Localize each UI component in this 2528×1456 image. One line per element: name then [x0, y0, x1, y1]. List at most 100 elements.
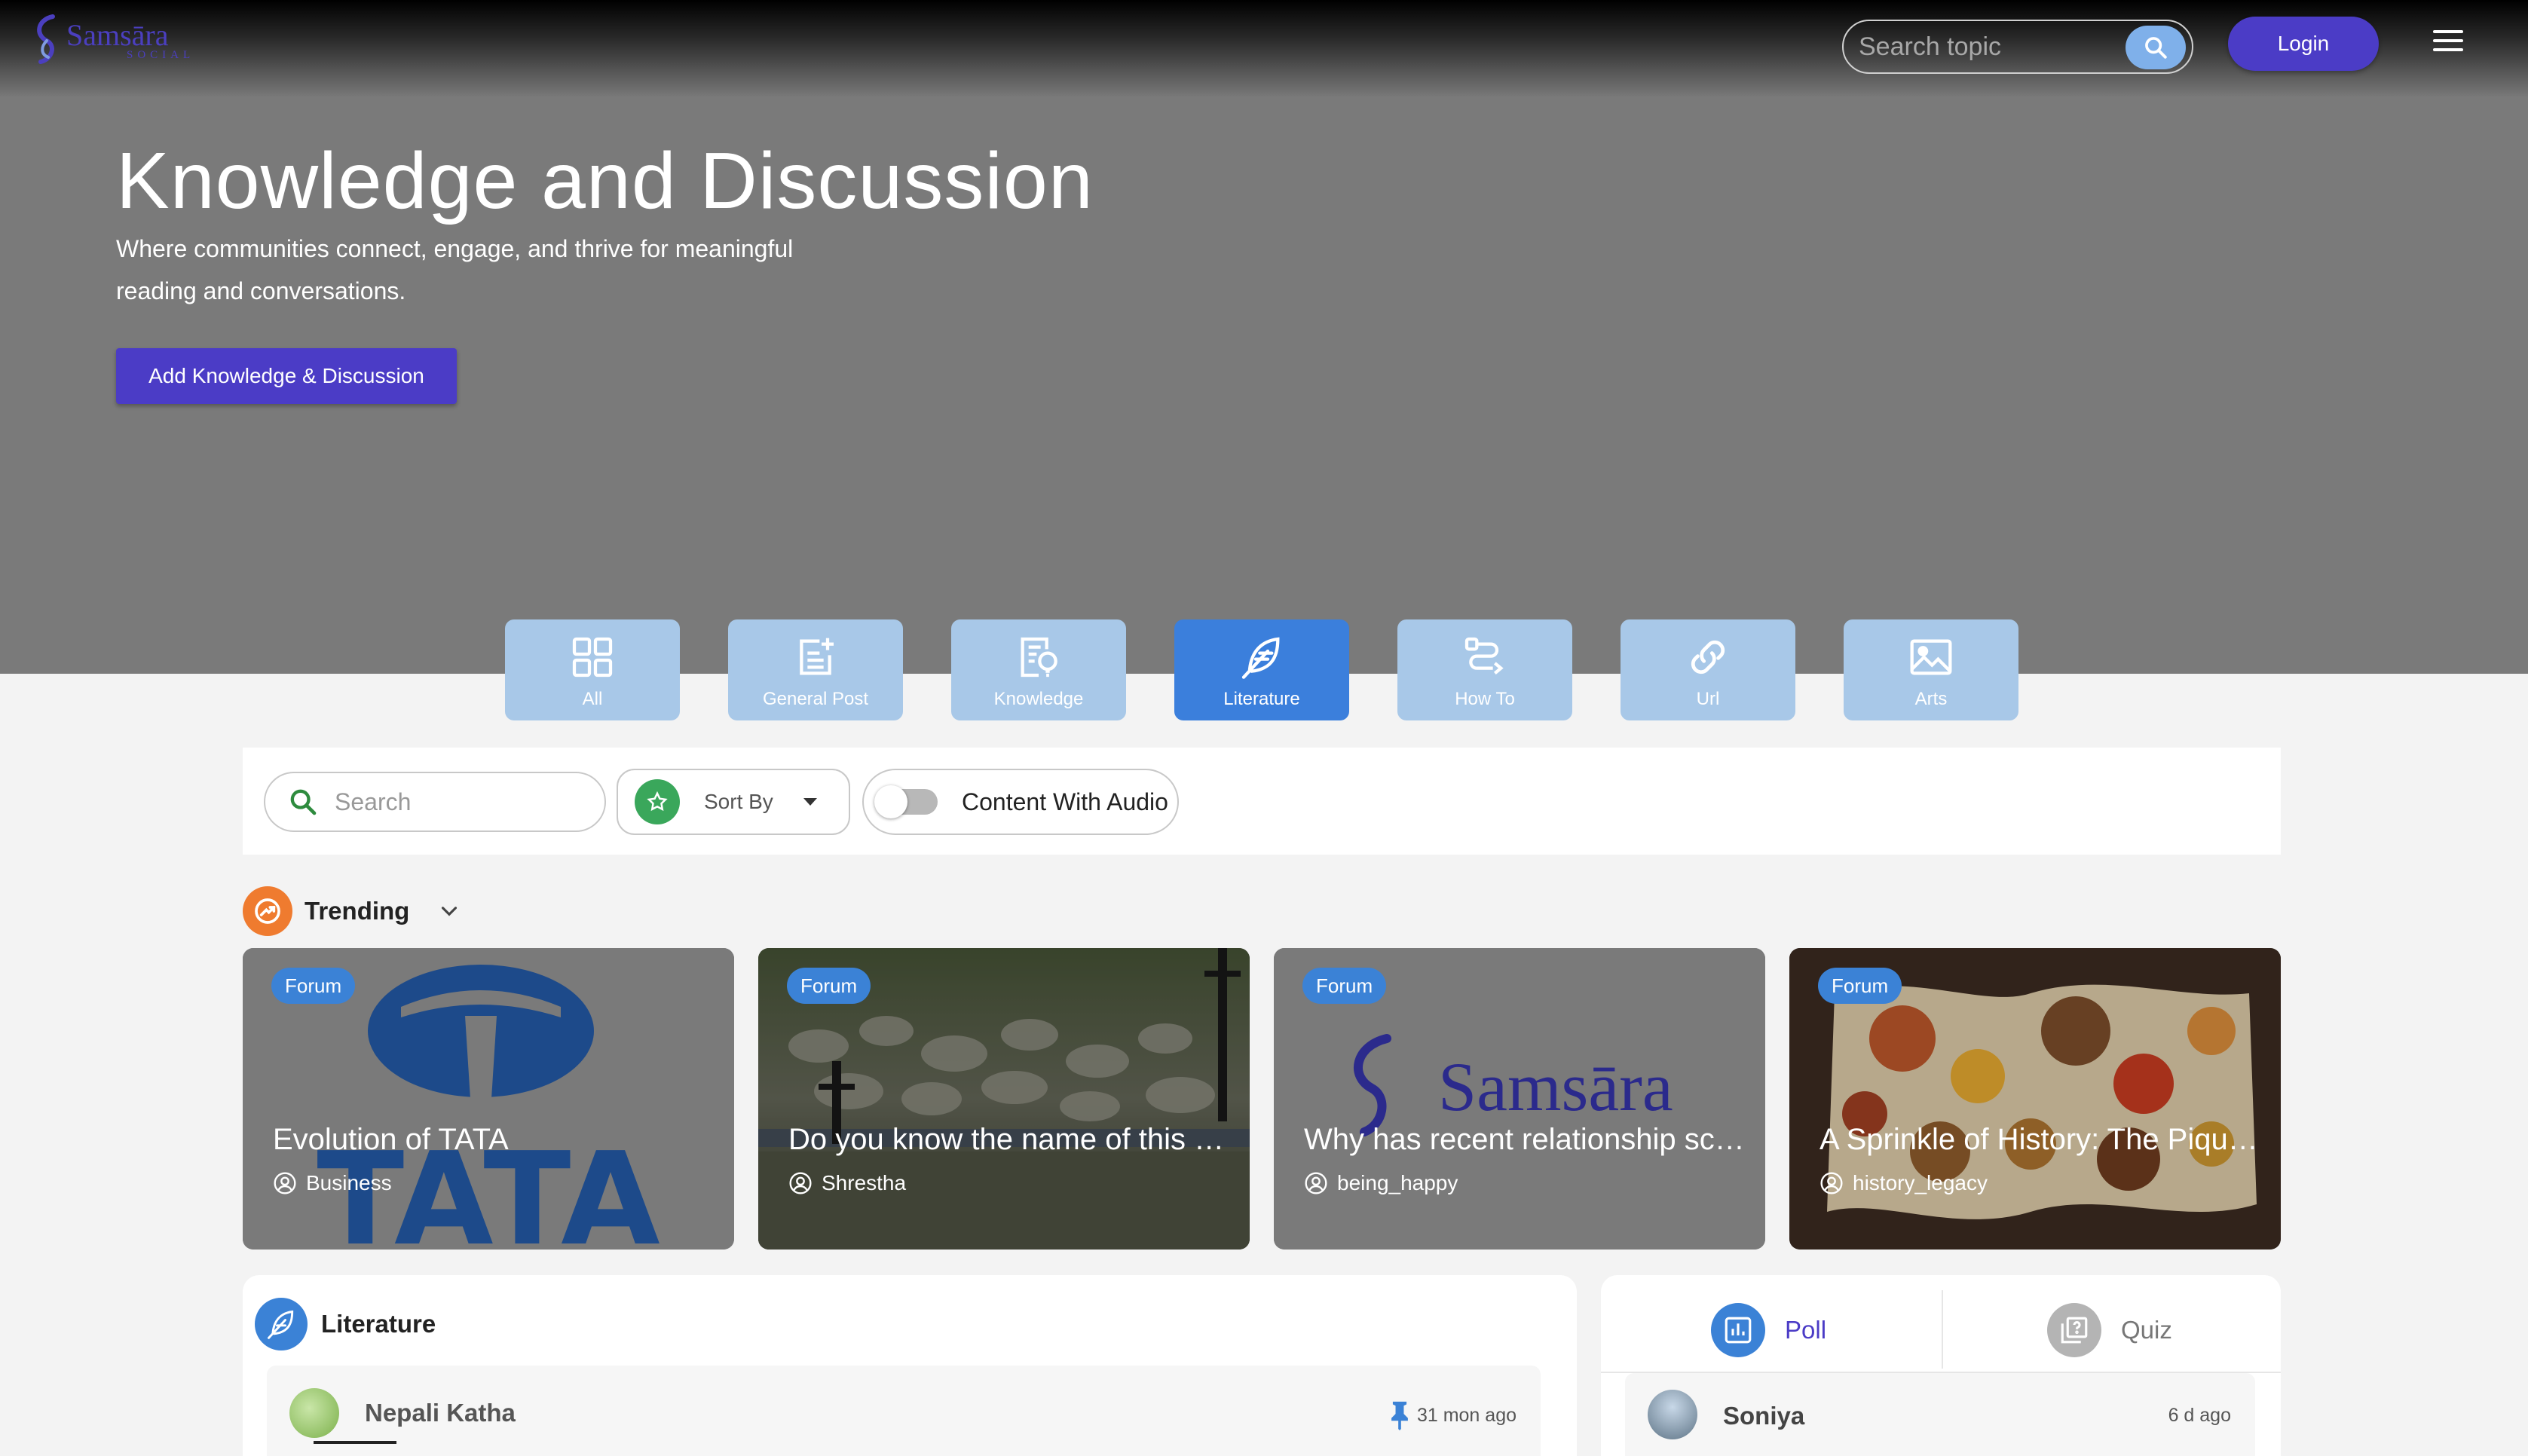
topic-search-input[interactable]	[1859, 29, 2122, 65]
samsara-logo-icon	[37, 14, 55, 64]
literature-header: Literature	[255, 1298, 436, 1350]
post-content-preview	[314, 1441, 396, 1456]
post-meta: 31 mon ago	[1388, 1400, 1516, 1430]
tab-label: Arts	[1914, 689, 1948, 709]
tab-label: Literature	[1223, 689, 1300, 709]
card-badge: Forum	[1302, 968, 1387, 1004]
chevron-down-icon	[442, 907, 458, 916]
tab-knowledge[interactable]: Knowledge	[951, 619, 1126, 720]
hamburger-menu-icon[interactable]	[2433, 30, 2463, 57]
star-icon	[635, 779, 680, 824]
audio-toggle-label: Content With Audio	[962, 788, 1168, 815]
user-icon	[1305, 1172, 1327, 1194]
avatar[interactable]	[289, 1388, 339, 1438]
tab-label: All	[582, 689, 603, 709]
poll-chart-icon	[1711, 1303, 1765, 1357]
search-icon	[2145, 37, 2167, 59]
literature-title: Literature	[321, 1310, 436, 1338]
svg-text:Samsāra: Samsāra	[1438, 1048, 1673, 1125]
tab-quiz[interactable]: Quiz	[2047, 1296, 2172, 1364]
page-subtitle: Where communities connect, engage, and t…	[116, 235, 794, 304]
card-author-name: history_legacy	[1853, 1171, 1988, 1194]
card-author: being_happy	[1304, 1171, 1458, 1195]
trending-card[interactable]: Samsāra Forum Why has recent relationshi…	[1274, 948, 1765, 1250]
edit-document-icon	[800, 638, 834, 675]
poll-post[interactable]: Soniya 6 d ago	[1625, 1373, 2255, 1456]
page-title: Knowledge and Discussion	[116, 136, 1094, 225]
tab-label: Knowledge	[993, 689, 1084, 709]
poll-quiz-panel: Poll Quiz Soniya 6 d ago	[1601, 1275, 2281, 1456]
post-author[interactable]: Soniya	[1723, 1402, 1804, 1430]
category-tabs: All General Post Knowledge Literature Ho…	[505, 619, 2018, 720]
card-title: Evolution of TATA	[273, 1123, 509, 1156]
card-author: Business	[273, 1171, 392, 1195]
content-search	[264, 772, 606, 832]
feather-icon	[255, 1298, 308, 1350]
search-icon	[290, 789, 317, 815]
content-search-input[interactable]	[335, 788, 591, 816]
user-icon	[1820, 1172, 1843, 1194]
tab-url[interactable]: Url	[1621, 619, 1795, 720]
card-title: A Sprinkle of History: The Piqu…	[1819, 1123, 2258, 1156]
filter-bar: Sort By Content With Audio	[243, 748, 2281, 855]
card-author-name: Shrestha	[822, 1171, 907, 1194]
add-knowledge-button[interactable]: Add Knowledge & Discussion	[116, 348, 457, 404]
grid-icon	[572, 637, 613, 678]
topic-search-button[interactable]	[2126, 26, 2186, 69]
logo[interactable]: Samsāra SOCIAL	[30, 11, 194, 71]
post-author[interactable]: Nepali Katha	[365, 1399, 516, 1427]
trending-card[interactable]: Forum A Sprinkle of History: The Piqu… h…	[1789, 948, 2281, 1250]
audio-toggle[interactable]	[874, 785, 938, 818]
logo-text: Samsāra	[66, 17, 169, 52]
caret-down-icon	[803, 798, 817, 806]
quiz-tab-label: Quiz	[2121, 1316, 2172, 1344]
tab-all[interactable]: All	[505, 619, 680, 720]
card-title: Do you know the name of this …	[788, 1123, 1225, 1156]
sort-label: Sort By	[704, 790, 773, 813]
login-button[interactable]: Login	[2228, 17, 2379, 71]
pin-icon	[1391, 1401, 1408, 1430]
card-author: history_legacy	[1819, 1171, 1988, 1195]
tab-literature[interactable]: Literature	[1174, 619, 1349, 720]
literature-panel: Literature Nepali Katha 31 mon ago	[243, 1275, 1577, 1456]
user-icon	[274, 1172, 296, 1194]
poll-tab-label: Poll	[1785, 1316, 1827, 1344]
link-icon	[1691, 640, 1725, 674]
trending-cards: TATA Forum Evolution of TATA Business Fo…	[243, 948, 2281, 1250]
sort-dropdown[interactable]: Sort By	[617, 769, 850, 835]
card-author-name: being_happy	[1337, 1171, 1458, 1194]
topic-search	[1842, 20, 2193, 74]
card-badge: Forum	[787, 968, 871, 1004]
avatar[interactable]	[1648, 1390, 1697, 1439]
trending-header[interactable]: Trending	[243, 886, 462, 936]
route-icon	[1464, 637, 1504, 674]
logo-subtext: SOCIAL	[127, 48, 195, 61]
knowledge-document-icon	[1021, 637, 1057, 678]
tab-poll[interactable]: Poll	[1711, 1296, 1826, 1364]
tab-label: Url	[1696, 689, 1720, 709]
user-icon	[789, 1172, 812, 1194]
tab-arts[interactable]: Arts	[1844, 619, 2018, 720]
trending-card[interactable]: Forum Do you know the name of this … Shr…	[758, 948, 1250, 1250]
post-time: 31 mon ago	[1416, 1404, 1516, 1426]
literature-post[interactable]: Nepali Katha 31 mon ago	[267, 1366, 1541, 1456]
card-badge: Forum	[271, 968, 356, 1004]
trending-card[interactable]: TATA Forum Evolution of TATA Business	[243, 948, 734, 1250]
trending-icon	[243, 886, 292, 936]
audio-filter: Content With Audio	[862, 769, 1179, 835]
quiz-icon	[2047, 1303, 2101, 1357]
card-badge: Forum	[1818, 968, 1902, 1004]
tab-divider	[1942, 1290, 1943, 1369]
trending-label: Trending	[305, 897, 410, 925]
hero-section: Samsāra SOCIAL Login Knowledge and Discu…	[0, 0, 2528, 674]
tab-how-to[interactable]: How To	[1397, 619, 1572, 720]
card-author-name: Business	[306, 1171, 392, 1194]
tab-label: General Post	[762, 689, 869, 709]
tab-general-post[interactable]: General Post	[728, 619, 903, 720]
image-icon	[1910, 639, 1952, 675]
tab-label: How To	[1455, 689, 1515, 709]
card-author: Shrestha	[788, 1171, 906, 1195]
card-title: Why has recent relationship sc…	[1304, 1123, 1745, 1156]
feather-icon	[1241, 637, 1280, 679]
post-time: 6 d ago	[2168, 1405, 2231, 1426]
